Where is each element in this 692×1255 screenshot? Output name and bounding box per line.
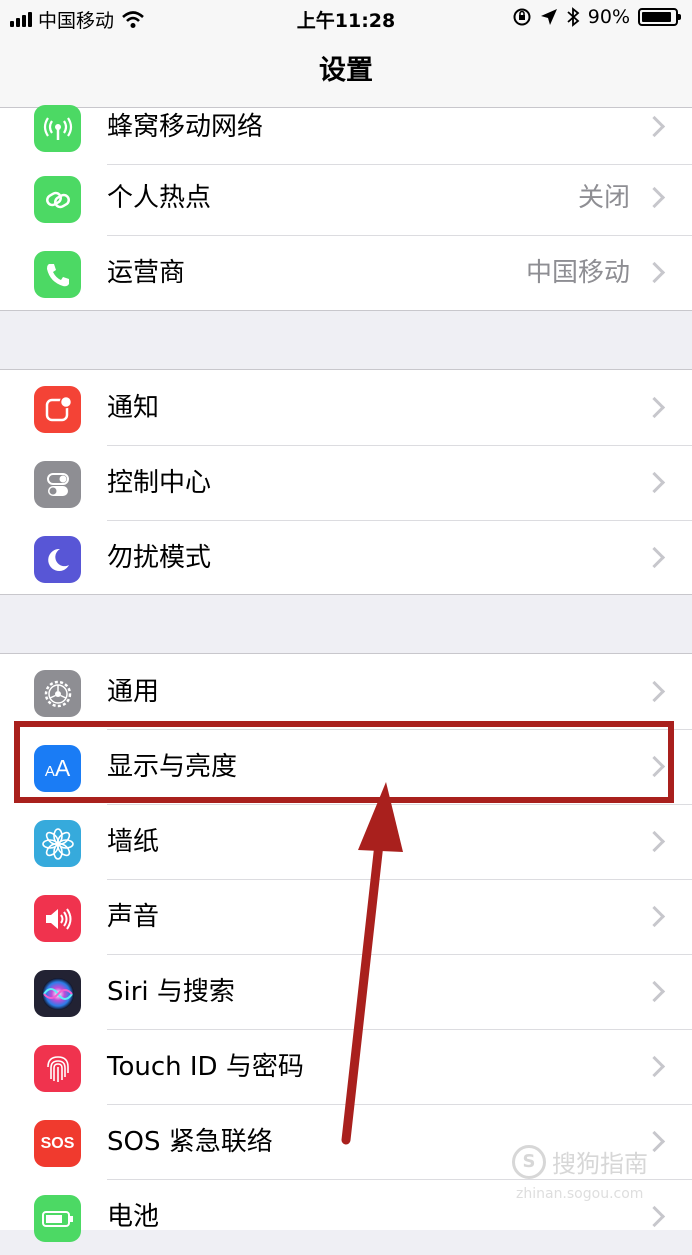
sogou-logo-icon: S (512, 1144, 546, 1179)
watermark-url: zhinan.sogou.com (516, 1186, 644, 1202)
watermark-text: 搜狗指南 (552, 1150, 648, 1178)
annotation-arrow (341, 782, 403, 1145)
watermark: S 搜狗指南 (512, 1144, 648, 1179)
